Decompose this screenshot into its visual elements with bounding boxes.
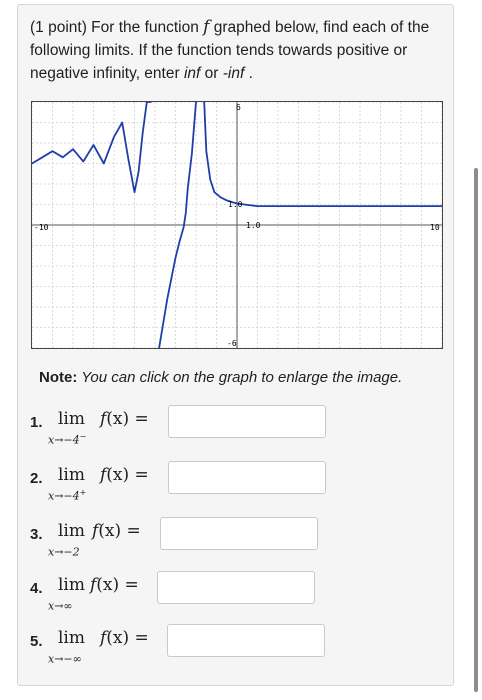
lim-subscript: x→−∞: [48, 652, 82, 666]
lim-expression: f(x) =: [100, 409, 149, 429]
lim-operator: lim: [58, 465, 85, 485]
graph-note: Note: You can click on the graph to enla…: [39, 369, 402, 386]
answer-input-2[interactable]: [168, 461, 326, 494]
function-graph[interactable]: -10 10 6 -6 1.0 1.0: [31, 101, 443, 349]
lim-subscript: x→−2: [48, 545, 80, 559]
limit-number: 2.: [30, 470, 43, 487]
note-label: Note:: [39, 369, 78, 386]
function-curve-branch-3: [203, 102, 442, 207]
lim-subscript: x→∞: [48, 599, 73, 613]
neg-inf-keyword: -inf: [222, 65, 245, 82]
lim-operator: lim: [58, 575, 85, 595]
answer-input-5[interactable]: [167, 624, 325, 657]
lim-expression: f(x) =: [90, 575, 139, 595]
lim-subscript: x→−4−: [48, 432, 87, 447]
inf-keyword: inf: [183, 65, 201, 82]
y-max-label: 6: [236, 103, 241, 112]
answer-input-4[interactable]: [157, 571, 315, 604]
answer-input-3[interactable]: [160, 517, 318, 550]
note-text: You can click on the graph to enlarge th…: [77, 369, 403, 386]
lim-expression: f(x) =: [100, 628, 149, 648]
lim-operator: lim: [58, 628, 85, 648]
x-max-label: 10: [430, 223, 440, 232]
x-min-label: -10: [34, 223, 49, 232]
lim-operator: lim: [58, 409, 85, 429]
limit-number: 5.: [30, 633, 43, 650]
problem-prompt: (1 point) For the function f graphed bel…: [30, 17, 430, 82]
lim-expression: f(x) =: [92, 521, 141, 541]
function-curve-branch-1: [32, 102, 152, 194]
answer-input-1[interactable]: [168, 405, 326, 438]
graph-svg[interactable]: -10 10 6 -6 1.0 1.0: [32, 102, 442, 348]
lim-operator: lim: [58, 521, 85, 541]
y-tick-label: 1.0: [228, 200, 243, 209]
limit-number: 1.: [30, 414, 43, 431]
limit-number: 3.: [30, 526, 43, 543]
limit-number: 4.: [30, 580, 43, 597]
x-tick-label: 1.0: [246, 221, 261, 230]
lim-expression: f(x) =: [100, 465, 149, 485]
lim-subscript: x→−4+: [48, 488, 87, 503]
scrollbar[interactable]: [474, 168, 478, 692]
y-min-label: -6: [227, 339, 237, 348]
